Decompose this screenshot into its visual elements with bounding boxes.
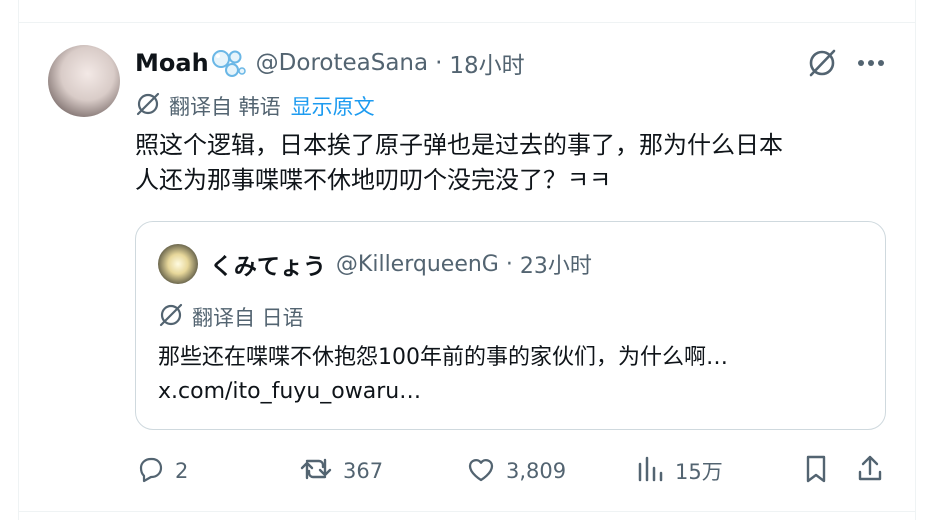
- quote-time[interactable]: 23小时: [520, 248, 592, 280]
- quote-text-line: 那些还在喋喋不休抱怨100年前的事的家伙们，为什么啊…: [158, 345, 728, 370]
- separator-dot: ·: [435, 50, 443, 76]
- avatar[interactable]: [48, 45, 120, 117]
- column-border-right: [915, 0, 916, 520]
- action-bar: 2 367 3,809 15万: [135, 452, 895, 490]
- retweet-icon: [299, 454, 333, 488]
- quote-author-handle[interactable]: @KillerqueenG: [336, 252, 499, 277]
- tweet-text: 照这个逻辑，日本挨了原子弹也是过去的事了，那为什么日本 人还为那事喋喋不休地叨叨…: [135, 131, 783, 194]
- quote-tweet-card[interactable]: くみてょう @KillerqueenG · 23小时 翻译自 日语 那些还在喋喋…: [135, 221, 886, 430]
- grok-icon[interactable]: [806, 47, 838, 79]
- divider-bottom: [18, 511, 916, 512]
- column-border-left: [18, 0, 19, 520]
- tweet-header: Moah @DoroteaSana · 18小时: [135, 44, 525, 82]
- translated-from-label: 翻译自 韩语: [169, 95, 281, 119]
- bookmark-icon: [801, 453, 831, 489]
- tweet-screen: Moah @DoroteaSana · 18小时 翻译自 韩语 显示原文 照这个…: [0, 0, 942, 520]
- quote-avatar[interactable]: [158, 244, 198, 284]
- retweet-button[interactable]: 367: [299, 452, 383, 490]
- author-handle[interactable]: @DoroteaSana: [256, 50, 428, 76]
- bubbles-emoji-icon: [211, 48, 246, 78]
- more-icon[interactable]: [855, 49, 887, 77]
- heart-icon: [466, 454, 496, 488]
- reply-icon: [135, 454, 165, 488]
- translate-icon: [135, 91, 161, 121]
- quote-separator-dot: ·: [505, 251, 513, 277]
- quote-translated-from-label: 翻译自 日语: [192, 306, 304, 330]
- reply-button[interactable]: 2: [135, 452, 188, 490]
- views-count: 15万: [675, 460, 723, 484]
- views-icon: [635, 454, 665, 488]
- views-button[interactable]: 15万: [635, 452, 723, 490]
- retweet-count: 367: [343, 459, 384, 483]
- share-button[interactable]: [855, 452, 885, 490]
- quote-header: くみてょう @KillerqueenG · 23小时: [210, 246, 592, 282]
- quote-link[interactable]: x.com/ito_fuyu_owaru…: [158, 375, 868, 409]
- bookmark-button[interactable]: [801, 452, 831, 490]
- divider-top: [18, 22, 916, 23]
- like-button[interactable]: 3,809: [466, 452, 566, 490]
- like-count: 3,809: [506, 459, 567, 483]
- tweet-time[interactable]: 18小时: [449, 46, 524, 80]
- show-original-link[interactable]: 显示原文: [291, 91, 375, 121]
- translation-row: 翻译自 韩语 显示原文: [135, 91, 375, 121]
- quote-text: 那些还在喋喋不休抱怨100年前的事的家伙们，为什么啊… x.com/ito_fu…: [158, 341, 868, 409]
- author-name[interactable]: Moah: [135, 49, 209, 77]
- quote-translation-row: 翻译自 日语: [158, 302, 304, 332]
- translate-icon: [158, 302, 184, 332]
- reply-count: 2: [175, 459, 189, 483]
- quote-author-name[interactable]: くみてょう: [210, 247, 326, 281]
- share-icon: [855, 453, 885, 489]
